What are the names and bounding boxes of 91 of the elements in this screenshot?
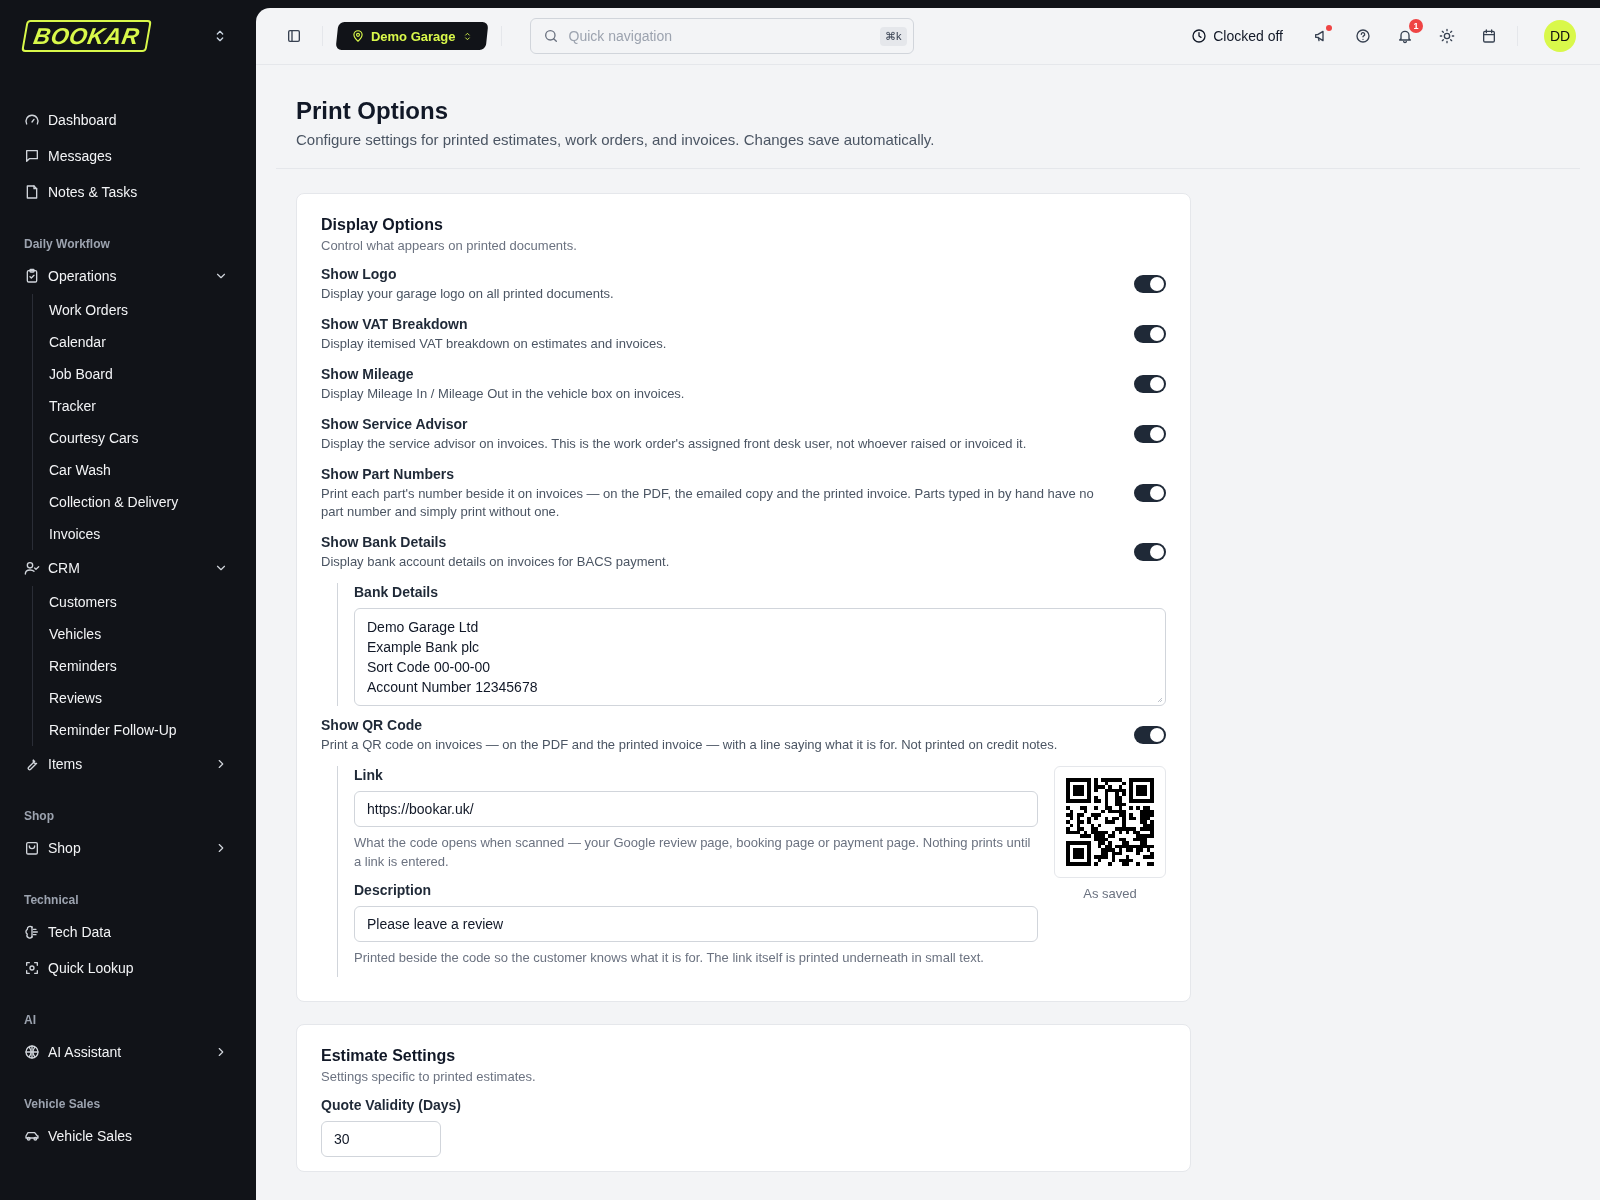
field-label: Description: [354, 882, 431, 898]
setting-title: Show VAT Breakdown: [321, 316, 468, 332]
card-subtitle: Settings specific to printed estimates.: [321, 1069, 537, 1084]
shopping-bag-icon: [24, 840, 40, 856]
setting-title: Show Service Advisor: [321, 416, 468, 432]
card-title: Display Options: [321, 216, 443, 234]
toggle-switch[interactable]: [1134, 425, 1166, 443]
setting-description: Print each part's number beside it on invoices — on the PDF, the emailed copy and the printed invoice. Parts typed in by hand have no part number and simply print without one.: [321, 485, 1095, 521]
link-field[interactable]: https://bookar.uk/: [354, 791, 1038, 827]
card-title: Estimate Settings: [321, 1047, 456, 1065]
calendar-icon: [1481, 28, 1497, 44]
page-subtitle: Configure settings for printed estimates, work orders, and invoices. Changes save automatically.: [296, 131, 936, 148]
sidebar-item[interactable]: Messages: [24, 138, 232, 174]
chat-bubble-icon: [24, 148, 40, 164]
toggle-switch[interactable]: [1134, 726, 1166, 744]
gauge-icon: [24, 112, 40, 128]
setting-description: Print a QR code on invoices — on the PDF and the printed invoice — with a line saying what it is for. Not printed on credit notes.: [321, 736, 1059, 754]
number-field[interactable]: 30: [321, 1121, 441, 1157]
help-text: What the code opens when scanned — your Google review page, booking page or payment page. Nothing prints until a link is entered.: [354, 834, 1032, 871]
user-avatar[interactable]: DD: [1544, 20, 1576, 52]
setting-description: Display your garage logo on all printed documents.: [321, 285, 615, 303]
shortcut-hint: ⌘k: [880, 26, 907, 46]
section-label: Vehicle Sales: [24, 1096, 102, 1112]
help-icon: [1355, 28, 1371, 44]
search-field[interactable]: Quick navigation ⌘k: [529, 18, 914, 54]
setting-description: Display itemised VAT breakdown on estimates and invoices.: [321, 335, 668, 353]
setting-description: Display Mileage In / Mileage Out in the vehicle box on invoices.: [321, 385, 686, 403]
sidebar-subitem[interactable]: Customers: [49, 586, 117, 618]
clipboard-icon: [24, 268, 40, 284]
sidebar-item[interactable]: Items: [24, 746, 232, 782]
sidebar-subitem[interactable]: Collection & Delivery: [49, 486, 179, 518]
sidebar-item[interactable]: Operations: [24, 258, 232, 294]
toggle-switch[interactable]: [1134, 375, 1166, 393]
field-label: Quote Validity (Days): [321, 1097, 462, 1113]
section-label: AI: [24, 1012, 37, 1028]
sun-icon: [1439, 28, 1455, 44]
sidebar-item[interactable]: Vehicle Sales: [24, 1118, 232, 1154]
setting-title: Show Part Numbers: [321, 466, 455, 482]
sidebar-item[interactable]: Shop: [24, 830, 232, 866]
setting-title: Show Mileage: [321, 366, 414, 382]
sidebar-item[interactable]: Tech Data: [24, 914, 232, 950]
setting-title: Show QR Code: [321, 717, 423, 733]
sidebar-subitem[interactable]: Reviews: [49, 682, 102, 714]
field-label: Link: [354, 767, 383, 783]
sidebar-subitem[interactable]: Job Board: [49, 358, 113, 390]
sidebar-subitem[interactable]: Calendar: [49, 326, 106, 358]
bell-icon: [1397, 28, 1413, 44]
section-label: Technical: [24, 892, 80, 908]
description-field[interactable]: Please leave a review: [354, 906, 1038, 942]
setting-title: Show Bank Details: [321, 534, 447, 550]
sidebar-subitem[interactable]: Work Orders: [49, 294, 129, 326]
sidebar-toggle-icon: [286, 28, 302, 44]
sidebar-item[interactable]: AI Assistant: [24, 1034, 232, 1070]
setting-description: Display the service advisor on invoices. This is the work order's assigned front desk user, not whoever raised or invoiced it.: [321, 435, 1028, 453]
location-selector[interactable]: Demo Garage: [335, 22, 488, 50]
sidebar-subitem[interactable]: Car Wash: [49, 454, 111, 486]
help-text: Printed beside the code so the customer knows what it is for. The link itself is printed underneath in small text.: [354, 949, 985, 967]
sidebar-item[interactable]: Notes & Tasks: [24, 174, 232, 210]
logo[interactable]: BOOKAR: [21, 20, 153, 52]
user-check-icon: [24, 560, 40, 576]
setting-description: Display bank account details on invoices for BACS payment.: [321, 553, 671, 571]
sidebar-subitem[interactable]: Reminders: [49, 650, 117, 682]
sidebar-subitem[interactable]: Reminder Follow-Up: [49, 714, 177, 746]
setting-title: Show Logo: [321, 266, 397, 282]
sidebar-item[interactable]: CRM: [24, 550, 232, 586]
sidebar-subitem[interactable]: Courtesy Cars: [49, 422, 139, 454]
bank-details-field[interactable]: Demo Garage Ltd Example Bank plc Sort Code 00-00-00 Account Number 12345678: [354, 608, 1166, 706]
wrench-icon: [24, 756, 40, 772]
section-label: Daily Workflow: [24, 236, 111, 252]
section-label: Shop: [24, 808, 55, 824]
sidebar-subitem[interactable]: Invoices: [49, 518, 101, 550]
map-pin-icon: [351, 29, 365, 43]
toggle-switch[interactable]: [1134, 325, 1166, 343]
sidebar-item[interactable]: Dashboard: [24, 102, 232, 138]
clock-status[interactable]: Clocked off: [1191, 28, 1283, 44]
notification-dot: [1326, 25, 1332, 31]
sidebar-subitem[interactable]: Tracker: [49, 390, 96, 422]
qr-caption: As saved: [1083, 886, 1137, 901]
scan-icon: [24, 960, 40, 976]
page-title: Print Options: [296, 97, 448, 125]
toggle-switch[interactable]: [1134, 543, 1166, 561]
document-icon: [24, 184, 40, 200]
notification-count: 1: [1409, 19, 1423, 33]
sidebar-item[interactable]: Quick Lookup: [24, 950, 232, 986]
card-subtitle: Control what appears on printed documents.: [321, 238, 578, 253]
clock-icon: [1191, 28, 1208, 44]
field-label: Bank Details: [354, 584, 439, 600]
search-icon: [542, 28, 559, 44]
toggle-switch[interactable]: [1134, 275, 1166, 293]
toggle-switch[interactable]: [1134, 484, 1166, 502]
sidebar-subitem[interactable]: Vehicles: [49, 618, 102, 650]
